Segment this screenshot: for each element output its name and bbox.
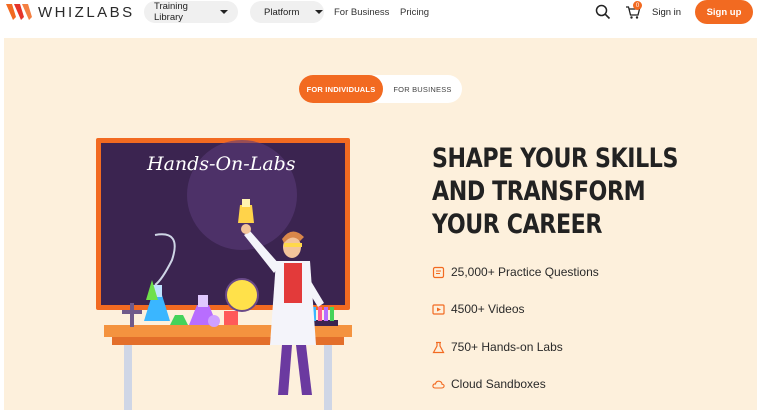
audience-toggle: FOR INDIVIDUALS FOR BUSINESS [299,75,462,103]
headline-line-3: YOUR CAREER [432,209,603,240]
hero-section: FOR INDIVIDUALS FOR BUSINESS Hands-On-La… [4,38,757,410]
hero-headline: SHAPE YOUR SKILLS AND TRANSFORM YOUR CAR… [432,142,678,241]
feature-practice-questions: 25,000+ Practice Questions [432,263,599,281]
feature-cloud-sandboxes: Cloud Sandboxes [432,375,546,393]
feature-label: 25,000+ Practice Questions [451,265,599,279]
cloud-icon [432,380,445,389]
chevron-down-icon [220,10,228,14]
search-icon[interactable] [594,3,612,21]
headline-line-1: SHAPE YOUR SKILLS [432,143,678,174]
whizlabs-logo-icon [6,4,32,20]
feature-label: 4500+ Videos [451,302,525,316]
nav-training-library[interactable]: Training Library [144,1,238,23]
hands-on-labs-illustration: Hands-On-Labs [96,138,352,410]
nav-for-business[interactable]: For Business [334,1,389,23]
feature-label: Cloud Sandboxes [451,377,546,391]
feature-label: 750+ Hands-on Labs [451,340,563,354]
video-icon [432,303,445,315]
top-navigation: WHIZLABS Training Library Platform For B… [0,0,761,38]
sign-up-button[interactable]: Sign up [695,0,753,24]
toggle-for-individuals[interactable]: FOR INDIVIDUALS [299,75,383,103]
whizlabs-logo[interactable]: WHIZLABS [6,3,135,21]
logo-text: WHIZLABS [38,3,135,21]
chevron-down-icon [315,10,324,14]
board-title: Hands-On-Labs [146,153,296,175]
questions-icon [432,266,445,278]
feature-hands-on-labs: 750+ Hands-on Labs [432,338,563,356]
nav-platform-label: Platform [264,6,300,18]
lab-flask-icon [432,341,445,353]
feature-videos: 4500+ Videos [432,300,525,318]
cart-count-badge: 0 [633,1,642,10]
toggle-for-business[interactable]: FOR BUSINESS [383,85,462,94]
nav-pricing[interactable]: Pricing [400,1,429,23]
nav-platform[interactable]: Platform [250,1,324,23]
headline-line-2: AND TRANSFORM [432,176,646,207]
sign-in-link[interactable]: Sign in [652,1,681,23]
nav-training-library-label: Training Library [154,1,188,23]
